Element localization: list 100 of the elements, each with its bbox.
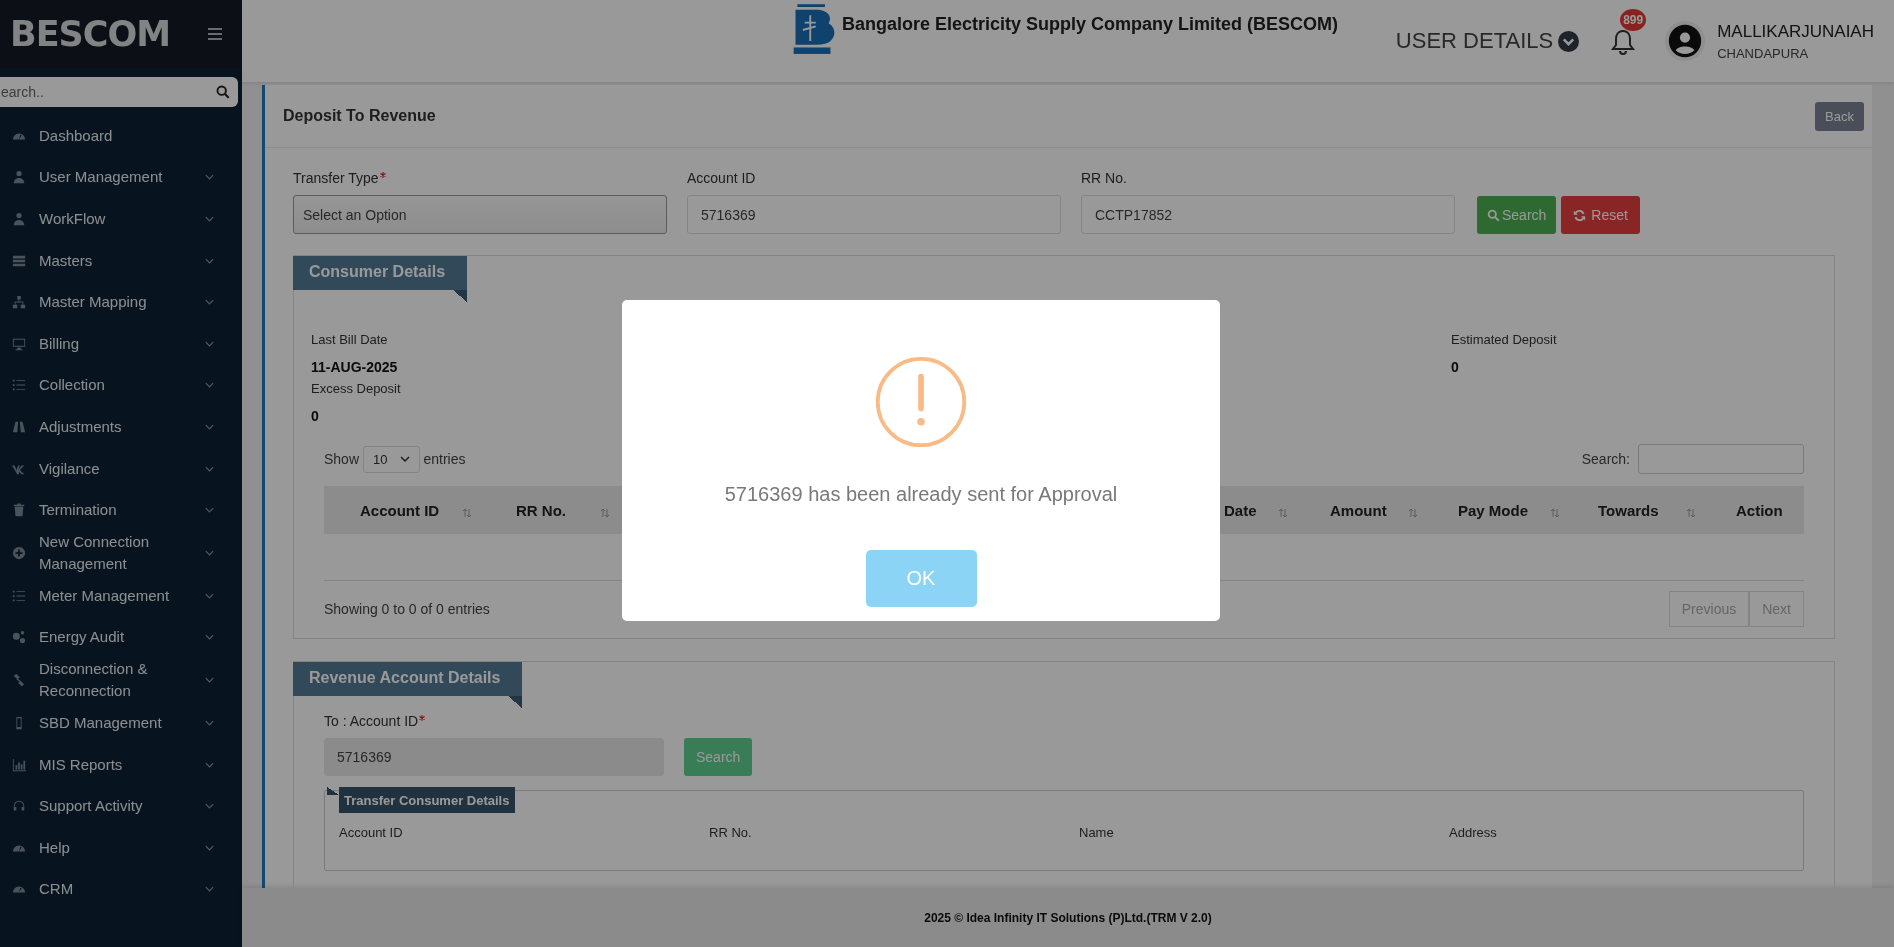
user-icon	[12, 170, 26, 185]
search-field[interactable]: earch..	[0, 77, 238, 107]
sidebar-item[interactable]: Master Mapping	[0, 281, 242, 323]
back-button[interactable]: Back	[1815, 101, 1864, 131]
chevron-down-icon	[205, 174, 214, 181]
chevron-down-icon	[205, 216, 214, 222]
road-icon	[12, 419, 26, 434]
menu-icon[interactable]	[208, 28, 222, 40]
sidebar-item[interactable]: Disconnection & Reconnection	[0, 658, 242, 703]
chevron-down-icon	[205, 549, 214, 556]
server-icon	[12, 253, 26, 268]
notification-count: 899	[1620, 9, 1647, 31]
page-size-select[interactable]: 10	[363, 445, 420, 473]
field-label: Estimated Deposit	[1451, 332, 1558, 347]
sidebar-item[interactable]: Dashboard	[0, 115, 242, 157]
sidebar-item[interactable]: Masters	[0, 239, 242, 282]
chevron-down-icon	[205, 761, 214, 768]
column-header[interactable]: Account ID	[324, 501, 482, 519]
chevron-down-icon	[205, 299, 214, 306]
search-label: Search:	[1581, 451, 1630, 467]
field-label: Account ID	[339, 825, 404, 840]
chevron-down-icon	[205, 592, 214, 599]
sidebar-item[interactable]: WorkFlow	[0, 198, 242, 240]
field-label: Last Bill Date	[311, 332, 389, 347]
chevron-down-icon	[205, 257, 214, 264]
chevron-down-icon	[205, 677, 214, 684]
chevron-down-icon	[205, 634, 214, 641]
required-icon	[379, 172, 386, 178]
chevron-down-icon	[205, 465, 214, 472]
search-icon	[216, 85, 230, 99]
user-location: CHANDAPURA	[1717, 45, 1810, 61]
bell-icon[interactable]	[1611, 28, 1636, 56]
table-info: Showing 0 to 0 of 0 entries	[324, 601, 490, 617]
column-header[interactable]: Date	[1198, 501, 1298, 519]
sitemap-icon	[12, 295, 26, 310]
section-ribbon: Revenue Account Details	[293, 662, 523, 708]
chevron-down-icon	[205, 507, 214, 514]
chevron-down-icon	[1558, 30, 1580, 52]
input-field[interactable]: 5716369	[324, 738, 664, 776]
field-label: Transfer Type	[293, 170, 379, 186]
sidebar-item[interactable]: MIS Reports	[0, 743, 242, 786]
sidebar-item[interactable]: New Connection Management	[0, 530, 242, 575]
sidebar-item[interactable]: Support Activity	[0, 785, 242, 827]
brand-name: BESCOM	[10, 14, 171, 54]
chevron-down-icon	[205, 844, 214, 851]
sidebar-item[interactable]: Meter Management	[0, 574, 242, 617]
chevron-down-icon	[205, 719, 214, 726]
sidebar-item[interactable]: User Management	[0, 156, 242, 199]
refresh-icon	[1573, 208, 1587, 222]
sidebar-item[interactable]: Billing	[0, 322, 242, 365]
sort-icon	[462, 508, 472, 518]
chevron-down-icon	[205, 886, 214, 893]
monitor-icon	[12, 336, 26, 351]
field-label: Excess Deposit	[311, 381, 402, 396]
column-header[interactable]: Amount	[1298, 501, 1428, 519]
sidebar-item[interactable]: Adjustments	[0, 406, 242, 448]
user-icon	[12, 212, 26, 226]
avatar-icon[interactable]	[1665, 21, 1706, 61]
page-title: Deposit To Revenue	[283, 107, 436, 125]
chevron-down-icon	[205, 340, 214, 347]
column-header[interactable]: Towards	[1570, 501, 1706, 519]
field-value: 0	[1451, 359, 1460, 375]
input-field[interactable]: CCTP17852	[1081, 195, 1455, 234]
show-label: Show	[324, 451, 360, 467]
field-label: To : Account ID	[324, 713, 419, 729]
footer-text: 2025 © Idea Infinity IT Solutions (P)Ltd.(TRM V 2.0)	[242, 888, 1894, 947]
input-field[interactable]: 5716369	[687, 195, 1061, 234]
sort-icon	[1686, 508, 1696, 518]
sidebar-item[interactable]: SBD Management	[0, 702, 242, 744]
warning-icon	[874, 355, 968, 449]
list-icon	[12, 588, 26, 603]
sidebar-item[interactable]: Vigilance	[0, 447, 242, 490]
user-details-menu[interactable]: USER DETAILS	[1395, 28, 1580, 54]
sort-icon	[600, 508, 610, 518]
trash-icon	[12, 503, 26, 518]
bar-chart-icon	[12, 757, 26, 772]
field-label: RR No.	[1081, 170, 1127, 186]
select-field[interactable]: Select an Option	[293, 195, 667, 234]
field-label: RR No.	[709, 825, 753, 840]
company-name: Bangalore Electricity Supply Company Limited (BESCOM)	[842, 14, 1339, 35]
sidebar-item[interactable]: Collection	[0, 364, 242, 407]
table-search-field[interactable]	[1638, 444, 1804, 474]
chevron-down-icon	[399, 456, 410, 462]
field-label: Account ID	[687, 170, 756, 186]
column-header[interactable]: Pay Mode	[1428, 501, 1570, 519]
chevron-down-icon	[205, 382, 214, 389]
column-header[interactable]: Action	[1706, 501, 1804, 519]
chevron-down-icon	[205, 803, 214, 810]
sidebar-item[interactable]: Energy Audit	[0, 616, 242, 659]
sort-icon	[1550, 508, 1560, 518]
reset-button[interactable]: Reset	[1561, 196, 1640, 234]
column-header[interactable]: RR No.	[482, 501, 620, 519]
field-label: Name	[1079, 825, 1115, 840]
alert-message: 5716369 has been already sent for Approval	[724, 483, 1118, 506]
chevron-down-icon	[205, 423, 214, 430]
sidebar-item[interactable]: Termination	[0, 489, 242, 531]
list-icon	[12, 378, 26, 393]
sidebar-item[interactable]: CRM	[0, 868, 242, 911]
sidebar-item[interactable]: Help	[0, 826, 242, 869]
field-label: Address	[1449, 825, 1498, 840]
